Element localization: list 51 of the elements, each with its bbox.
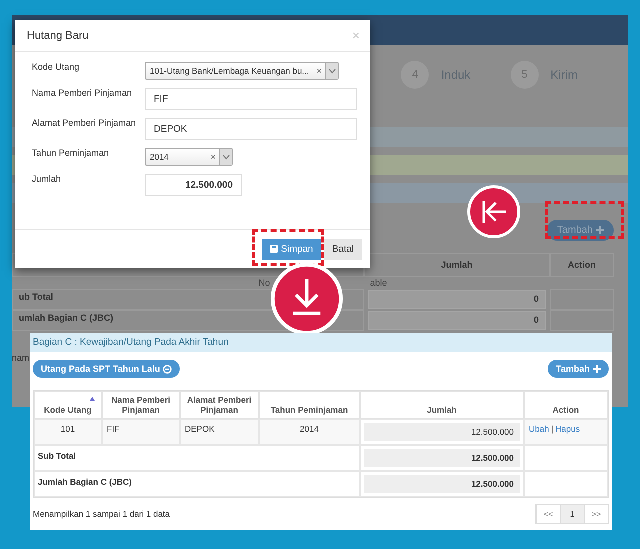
pagination-button[interactable]: 1 [560, 505, 584, 523]
column-header: Action [550, 253, 614, 277]
panel-title: Bagian C : Kewajiban/Utang Pada Akhir Tahun [30, 333, 612, 352]
value-cell: 0 [368, 311, 546, 330]
record-count-text: Menampilkan 1 sampai 1 dari 1 data [33, 509, 170, 519]
plus-icon [596, 226, 604, 234]
minus-circle-icon [163, 364, 172, 374]
field-label: Alamat Pemberi Pinjaman [32, 118, 138, 128]
delete-link[interactable]: Hapus [556, 424, 580, 434]
column-header: Nama Pemberi Pinjaman [102, 391, 180, 419]
column-header: Tahun Peminjaman [259, 391, 360, 419]
field-label: Tahun Peminjaman [32, 148, 110, 158]
add-button[interactable]: Tambah [548, 360, 609, 378]
clear-button[interactable]: × [314, 66, 325, 76]
separator-text: | [551, 424, 554, 434]
summary-label: Sub Total [34, 445, 360, 471]
caret-icon [222, 154, 230, 160]
column-header: Jumlah [364, 253, 550, 277]
clear-button[interactable]: × [208, 152, 219, 162]
dialog-title: Hutang Baru [27, 30, 89, 42]
input-field[interactable]: 12.500.000 [145, 174, 242, 196]
total-value: 12.500.000 [364, 449, 520, 467]
value-cell: 0 [368, 290, 546, 309]
table-cell: FIF [102, 419, 180, 445]
select-field[interactable]: 101-Utang Bank/Lembaga Keuangan bu... × [145, 62, 339, 80]
table-cell: 101 [34, 419, 102, 445]
column-header: Jumlah [360, 391, 524, 419]
field-label: Kode Utang [32, 62, 81, 72]
summary-label: Jumlah Bagian C (JBC) [34, 471, 360, 497]
edit-link[interactable]: Ubah [529, 424, 550, 434]
save-button[interactable]: Simpan [262, 238, 322, 260]
total-value: 12.500.000 [364, 475, 520, 493]
amount-cell: 12.500.000 [364, 423, 520, 441]
cancel-button[interactable]: Batal [324, 238, 362, 260]
input-field[interactable]: FIF [145, 88, 357, 110]
field-label: Jumlah [32, 174, 62, 184]
previous-year-button[interactable]: Utang Pada SPT Tahun Lalu [33, 360, 180, 378]
plus-icon [593, 365, 601, 373]
table-cell: 2014 [259, 419, 360, 445]
column-header[interactable]: Kode Utang [34, 391, 102, 419]
column-header: Alamat Pemberi Pinjaman [180, 391, 259, 419]
empty-table-text: No [258, 278, 270, 288]
caret-icon [328, 68, 336, 74]
select-field[interactable]: 2014 × [145, 148, 233, 166]
sort-icon [90, 397, 95, 401]
input-field[interactable]: DEPOK [145, 118, 357, 140]
footer-text: nam [12, 353, 30, 363]
field-label: Nama Pemberi Pinjaman [32, 88, 134, 98]
empty-table-text: able [370, 278, 388, 288]
column-header: Action [524, 391, 608, 419]
table-cell: DEPOK [180, 419, 259, 445]
